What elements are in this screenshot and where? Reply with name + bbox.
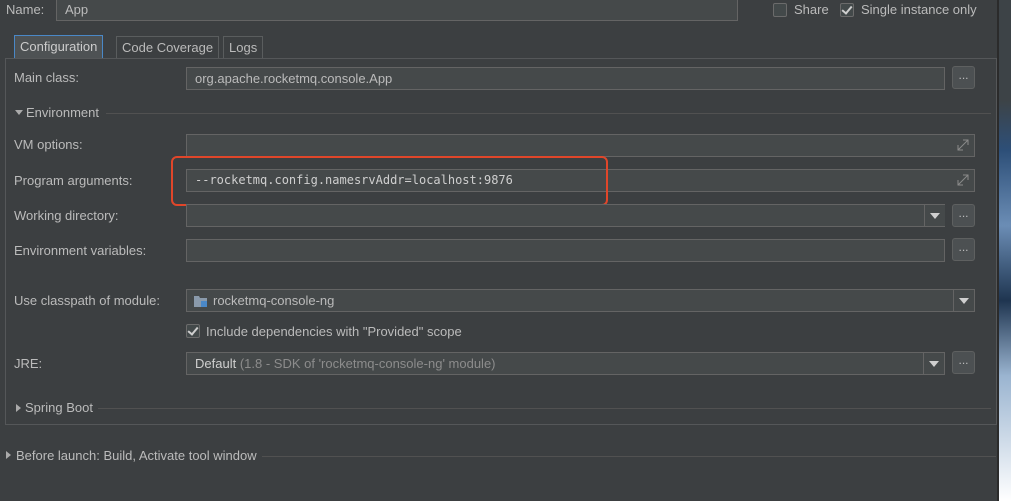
include-dependencies-checkbox[interactable] <box>186 324 200 338</box>
main-class-browse-button[interactable]: ... <box>952 66 975 89</box>
single-instance-checkbox[interactable] <box>840 3 854 17</box>
before-launch-divider <box>262 456 996 457</box>
jre-value: Default <box>195 356 237 371</box>
classpath-module-value: rocketmq-console-ng <box>213 293 335 308</box>
name-input[interactable]: App <box>56 0 738 21</box>
checkmark-icon <box>841 3 853 15</box>
highlight-annotation-box <box>171 156 608 206</box>
module-folder-icon <box>194 296 207 307</box>
tab-code-coverage[interactable]: Code Coverage <box>116 36 220 58</box>
spring-boot-section-label[interactable]: Spring Boot <box>25 400 93 415</box>
jre-select[interactable]: Default (1.8 - SDK of 'rocketmq-console-… <box>186 352 945 375</box>
working-directory-input[interactable] <box>186 204 945 227</box>
environment-variables-browse-button[interactable]: ... <box>952 238 975 261</box>
share-label: Share <box>794 2 829 17</box>
vm-options-input[interactable] <box>186 134 975 157</box>
share-checkbox[interactable] <box>773 3 787 17</box>
working-directory-dropdown[interactable] <box>924 205 945 226</box>
environment-section-label[interactable]: Environment <box>26 105 99 120</box>
chevron-down-icon <box>929 361 939 367</box>
classpath-module-label: Use classpath of module: <box>14 293 160 308</box>
environment-divider <box>106 113 991 114</box>
working-directory-browse-button[interactable]: ... <box>952 204 975 227</box>
before-launch-expand-icon[interactable] <box>6 451 11 459</box>
expand-field-icon[interactable] <box>957 139 969 151</box>
single-instance-label: Single instance only <box>861 2 977 17</box>
jre-hint: (1.8 - SDK of 'rocketmq-console-ng' modu… <box>239 356 496 371</box>
jre-label: JRE: <box>14 356 43 371</box>
environment-variables-input[interactable] <box>186 239 945 262</box>
include-dependencies-label: Include dependencies with "Provided" sco… <box>206 324 462 339</box>
classpath-module-select[interactable]: rocketmq-console-ng <box>186 289 975 312</box>
chevron-down-icon <box>930 213 940 219</box>
spring-boot-divider <box>98 408 991 409</box>
chevron-down-icon <box>959 298 969 304</box>
checkmark-icon <box>187 324 199 336</box>
background-desktop-strip <box>999 0 1011 501</box>
program-arguments-label: Program arguments: <box>14 173 133 188</box>
tab-logs[interactable]: Logs <box>223 36 264 58</box>
vm-options-label: VM options: <box>14 137 83 152</box>
classpath-module-dropdown[interactable] <box>953 290 974 311</box>
environment-expand-icon[interactable] <box>15 110 23 115</box>
name-label: Name: <box>6 2 45 17</box>
tab-configuration[interactable]: Configuration <box>14 35 104 59</box>
spring-boot-expand-icon[interactable] <box>16 404 21 412</box>
jre-browse-button[interactable]: ... <box>952 351 975 374</box>
working-directory-label: Working directory: <box>14 208 119 223</box>
main-class-label: Main class: <box>14 70 80 85</box>
before-launch-label[interactable]: Before launch: Build, Activate tool wind… <box>16 448 257 463</box>
main-class-input[interactable]: org.apache.rocketmq.console.App <box>186 67 945 90</box>
jre-dropdown[interactable] <box>923 353 944 374</box>
environment-variables-label: Environment variables: <box>14 243 147 258</box>
expand-field-icon[interactable] <box>957 174 969 186</box>
